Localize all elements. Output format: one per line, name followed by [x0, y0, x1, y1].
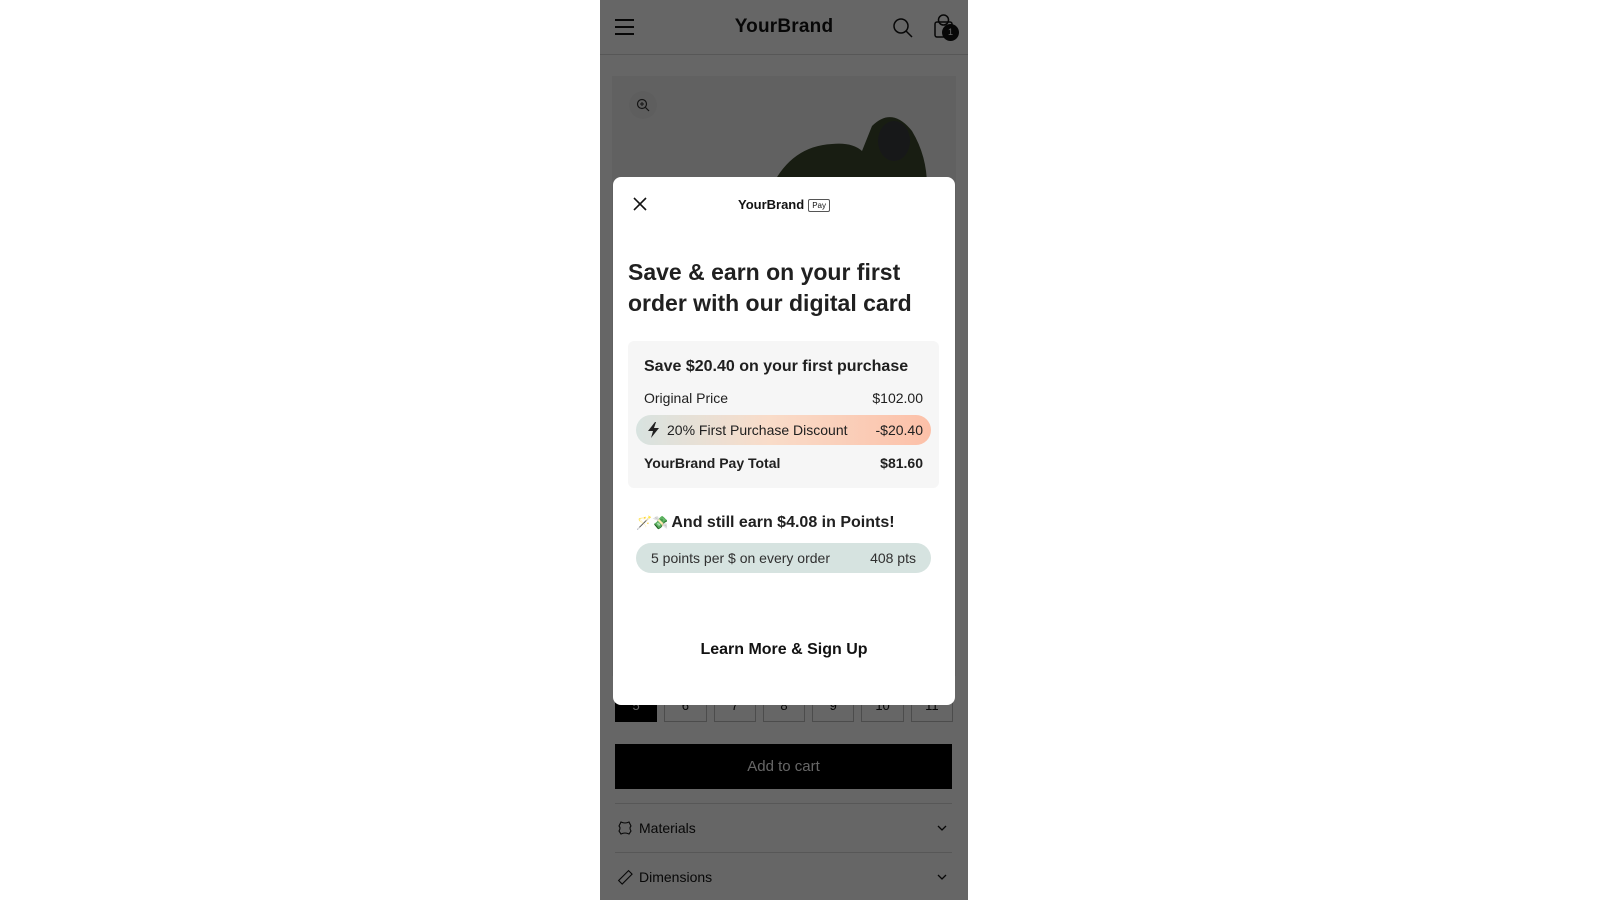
original-price-label: Original Price [644, 390, 729, 406]
original-price-row: Original Price $102.00 [644, 390, 923, 406]
modal-title: Save & earn on your first order with our… [628, 259, 912, 316]
magic-wand-money-icon: 🪄💸 [636, 515, 669, 530]
lightning-icon [648, 422, 659, 438]
points-row: 5 points per $ on every order 408 pts [636, 543, 931, 573]
points-heading: 🪄💸 And still earn $4.08 in Points! [636, 514, 895, 532]
original-price-value: $102.00 [872, 390, 923, 406]
discount-label: 20% First Purchase Discount [667, 422, 848, 438]
mobile-viewport: YourBrand 1 5 6 7 8 9 10 11 Add to cart … [600, 0, 968, 900]
savings-card: Save $20.40 on your first purchase Origi… [628, 341, 939, 488]
points-rate-label: 5 points per $ on every order [651, 550, 830, 566]
modal-brand: YourBrand Pay [613, 197, 955, 212]
total-label: YourBrand Pay Total [644, 455, 781, 471]
discount-row: 20% First Purchase Discount -$20.40 [636, 415, 931, 445]
modal-brand-name: YourBrand [737, 197, 805, 212]
pay-promo-modal: YourBrand Pay Save & earn on your first o… [613, 177, 955, 705]
savings-title: Save $20.40 on your first purchase [644, 358, 909, 375]
total-row: YourBrand Pay Total $81.60 [644, 455, 923, 471]
points-value: 408 pts [870, 550, 916, 566]
pay-tag: Pay [808, 199, 830, 212]
points-title: And still earn $4.08 in Points! [671, 514, 895, 531]
discount-value: -$20.40 [875, 422, 923, 438]
learn-more-signup-button[interactable]: Learn More & Sign Up [613, 641, 955, 659]
total-value: $81.60 [880, 455, 923, 471]
